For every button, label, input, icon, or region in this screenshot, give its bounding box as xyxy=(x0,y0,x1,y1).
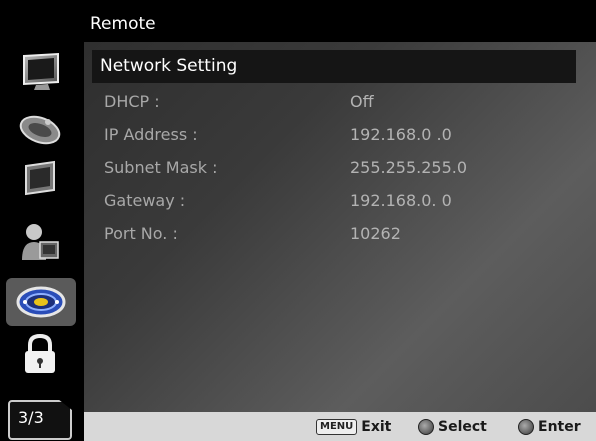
enter-label: Enter xyxy=(538,419,581,435)
knob-rotate-icon xyxy=(418,419,434,435)
setting-value[interactable]: 192.168.0. 0 xyxy=(350,191,452,210)
setting-value[interactable]: Off xyxy=(350,92,374,111)
setting-label: IP Address : xyxy=(104,125,198,144)
setting-value[interactable]: 255.255.255.0 xyxy=(350,158,467,177)
submenu-title: Network Setting xyxy=(100,56,238,76)
page-indicator: 3/3 xyxy=(8,400,72,440)
setting-label: Subnet Mask : xyxy=(104,158,218,177)
network-icon[interactable] xyxy=(6,278,76,326)
exit-label: Exit xyxy=(361,419,392,435)
setting-value[interactable]: 10262 xyxy=(350,224,401,243)
menu-key-icon: MENU xyxy=(316,419,358,435)
setting-label: DHCP : xyxy=(104,92,160,111)
monitor-icon[interactable] xyxy=(14,52,66,92)
satellite-dish-icon[interactable] xyxy=(14,108,66,148)
footer-hints: MENU Exit Select Enter xyxy=(84,412,596,441)
setting-value[interactable]: 192.168.0 .0 xyxy=(350,125,452,144)
screen-icon[interactable] xyxy=(14,160,66,200)
main-panel: Remote Network Setting DHCP : Off IP Add… xyxy=(84,0,596,441)
select-hint[interactable]: Select xyxy=(418,418,487,436)
enter-hint[interactable]: Enter xyxy=(518,418,581,436)
user-pc-icon[interactable] xyxy=(14,222,66,262)
setting-label: Gateway : xyxy=(104,191,186,210)
menu-header: Remote xyxy=(84,0,596,42)
knob-press-icon xyxy=(518,419,534,435)
page-number: 3/3 xyxy=(18,408,44,427)
sidebar: 3/3 xyxy=(0,0,84,441)
select-label: Select xyxy=(438,419,487,435)
menu-title: Remote xyxy=(90,14,156,34)
exit-hint[interactable]: MENU Exit xyxy=(316,418,391,436)
submenu-network-setting[interactable]: Network Setting xyxy=(92,50,576,83)
lock-icon[interactable] xyxy=(14,333,66,374)
setting-label: Port No. : xyxy=(104,224,178,243)
